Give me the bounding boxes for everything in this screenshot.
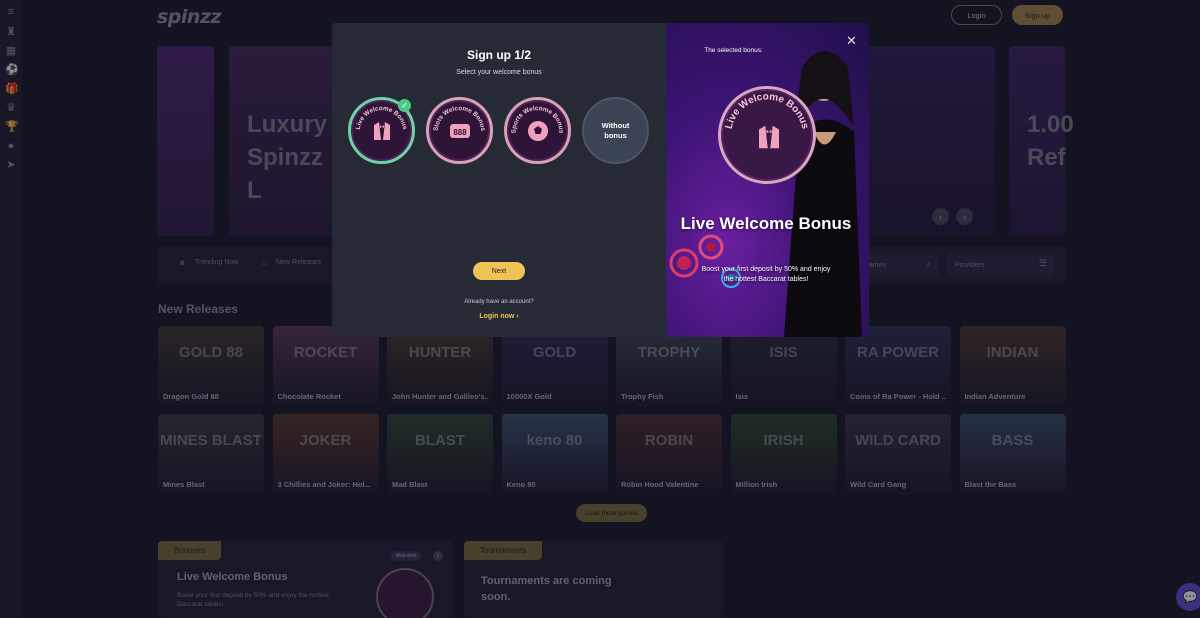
without-bonus-line1: Without [601,120,630,130]
login-now-label: Login now [479,313,515,320]
svg-text:888: 888 [453,128,467,137]
next-button[interactable]: Next [473,262,525,280]
close-icon[interactable]: ✕ [846,33,857,49]
selected-bonus-label: The selected bonus: [704,47,763,54]
selected-bonus-title: Live Welcome Bonus [680,214,852,233]
selected-bonus-desc: Boost your first deposit by 50% and enjo… [701,266,831,283]
without-bonus-label: Without bonus [602,121,630,141]
login-now-link[interactable]: Login now › [332,313,666,320]
selected-check-icon: ✓ [398,99,411,112]
tuxedo-icon [759,125,779,149]
soccer-ball-icon [528,121,548,141]
already-account-text: Already have an account? [464,299,534,305]
bonus-option-slots[interactable]: Slots Welcome Bonus 888 [426,97,493,164]
slot-888-icon: 888 [450,124,470,138]
selected-bonus-badge: Live Welcome Bonus [718,86,816,184]
modal-title: Sign up 1/2 [466,48,531,62]
signup-modal: Sign up 1/2 Select your welcome bonus Li… [332,23,869,337]
bonus-option-sports[interactable]: Sports Welcome Bonus [504,97,571,164]
bonus-option-none[interactable]: Without bonus [582,97,649,164]
modal-subtitle: Select your welcome bonus [456,69,542,76]
without-bonus-line2: bonus [604,130,627,140]
chevron-right-icon: › [516,313,519,320]
selected-bonus-panel: The selected bonus: ✕ Live Welcome Bonus… [666,23,869,337]
tuxedo-icon [374,122,390,140]
hostess-model-image [784,51,862,337]
signup-form-panel: Sign up 1/2 Select your welcome bonus Li… [332,23,666,337]
